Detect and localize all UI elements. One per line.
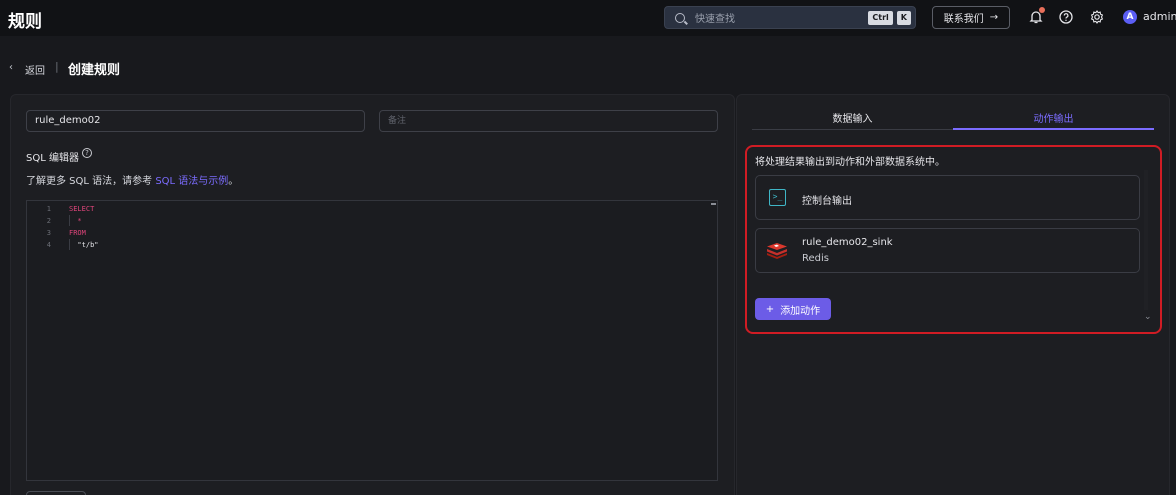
search-icon — [675, 12, 685, 23]
redis-icon — [766, 242, 788, 260]
code-text: * — [69, 217, 82, 225]
help-icon[interactable] — [1058, 9, 1074, 25]
shortcut-k: K — [896, 10, 911, 25]
username[interactable]: admin — [1143, 10, 1176, 23]
avatar[interactable]: A — [1123, 10, 1137, 24]
sql-hint: 了解更多 SQL 语法，请参考 SQL 语法与示例。 — [26, 172, 238, 187]
add-action-label: 添加动作 — [780, 305, 821, 317]
notification-dot — [1039, 7, 1045, 13]
sql-hint-end: 。 — [228, 176, 239, 187]
code-line: 4 "t/b" — [27, 241, 719, 251]
tab-data-input[interactable]: 数据输入 — [752, 110, 953, 130]
top-bar: 规则 快速查找 Ctrl K 联系我们 → A admin — [0, 0, 1176, 36]
sql-editor-label: SQL 编辑器 — [26, 153, 79, 164]
shortcut-ctrl: Ctrl — [868, 10, 893, 25]
question-icon[interactable]: ? — [82, 148, 92, 158]
note-input[interactable] — [379, 110, 718, 132]
output-item-redis[interactable]: rule_demo02_sink Redis — [755, 228, 1140, 273]
output-title: rule_demo02_sink — [802, 237, 893, 248]
output-title: 控制台输出 — [802, 196, 852, 207]
console-icon: >_ — [769, 189, 786, 206]
code-line: 2 * — [27, 217, 719, 227]
app-title: 规则 — [8, 12, 42, 32]
code-line: 1 SELECT — [27, 205, 719, 215]
sql-editor[interactable]: 1 SELECT 2 * 3 FROM 4 "t/b" — [26, 200, 718, 481]
code-text: SELECT — [69, 205, 95, 213]
sql-hint-text: 了解更多 SQL 语法，请参考 — [26, 176, 156, 187]
breadcrumb-separator: | — [55, 60, 59, 73]
line-number: 4 — [46, 241, 51, 249]
code-line: 3 FROM — [27, 229, 719, 239]
search-box[interactable]: 快速查找 Ctrl K — [664, 6, 916, 29]
submit-button-partial[interactable] — [26, 491, 86, 495]
page-title: 创建规则 — [68, 63, 121, 78]
sql-syntax-link[interactable]: SQL 语法与示例 — [155, 176, 228, 187]
contact-us-label: 联系我们 — [943, 14, 984, 25]
back-link[interactable]: 返回 — [25, 62, 45, 77]
tab-action-output[interactable]: 动作输出 — [953, 110, 1154, 130]
chevron-down-icon[interactable]: ⌄ — [1144, 312, 1152, 322]
output-subtitle: Redis — [802, 253, 829, 264]
output-item-console[interactable]: >_ 控制台输出 — [755, 175, 1140, 220]
bell-icon[interactable] — [1028, 7, 1045, 25]
chevron-left-icon[interactable]: ‹ — [9, 62, 13, 73]
outputs-description: 将处理结果输出到动作和外部数据系统中。 — [755, 157, 945, 168]
code-text: "t/b" — [69, 241, 99, 249]
arrow-right-icon: → — [989, 12, 999, 23]
scrollbar[interactable] — [1144, 170, 1148, 310]
code-text: FROM — [69, 229, 86, 237]
line-number: 3 — [46, 229, 51, 237]
add-action-button[interactable]: + 添加动作 — [755, 298, 831, 320]
line-number: 2 — [46, 217, 51, 225]
line-number: 1 — [46, 205, 51, 213]
search-placeholder: 快速查找 — [695, 14, 735, 25]
rule-name-input[interactable]: rule_demo02 — [26, 110, 365, 132]
plus-icon: + — [765, 303, 775, 315]
contact-us-button[interactable]: 联系我们 → — [932, 6, 1010, 29]
gear-icon[interactable] — [1089, 9, 1105, 25]
